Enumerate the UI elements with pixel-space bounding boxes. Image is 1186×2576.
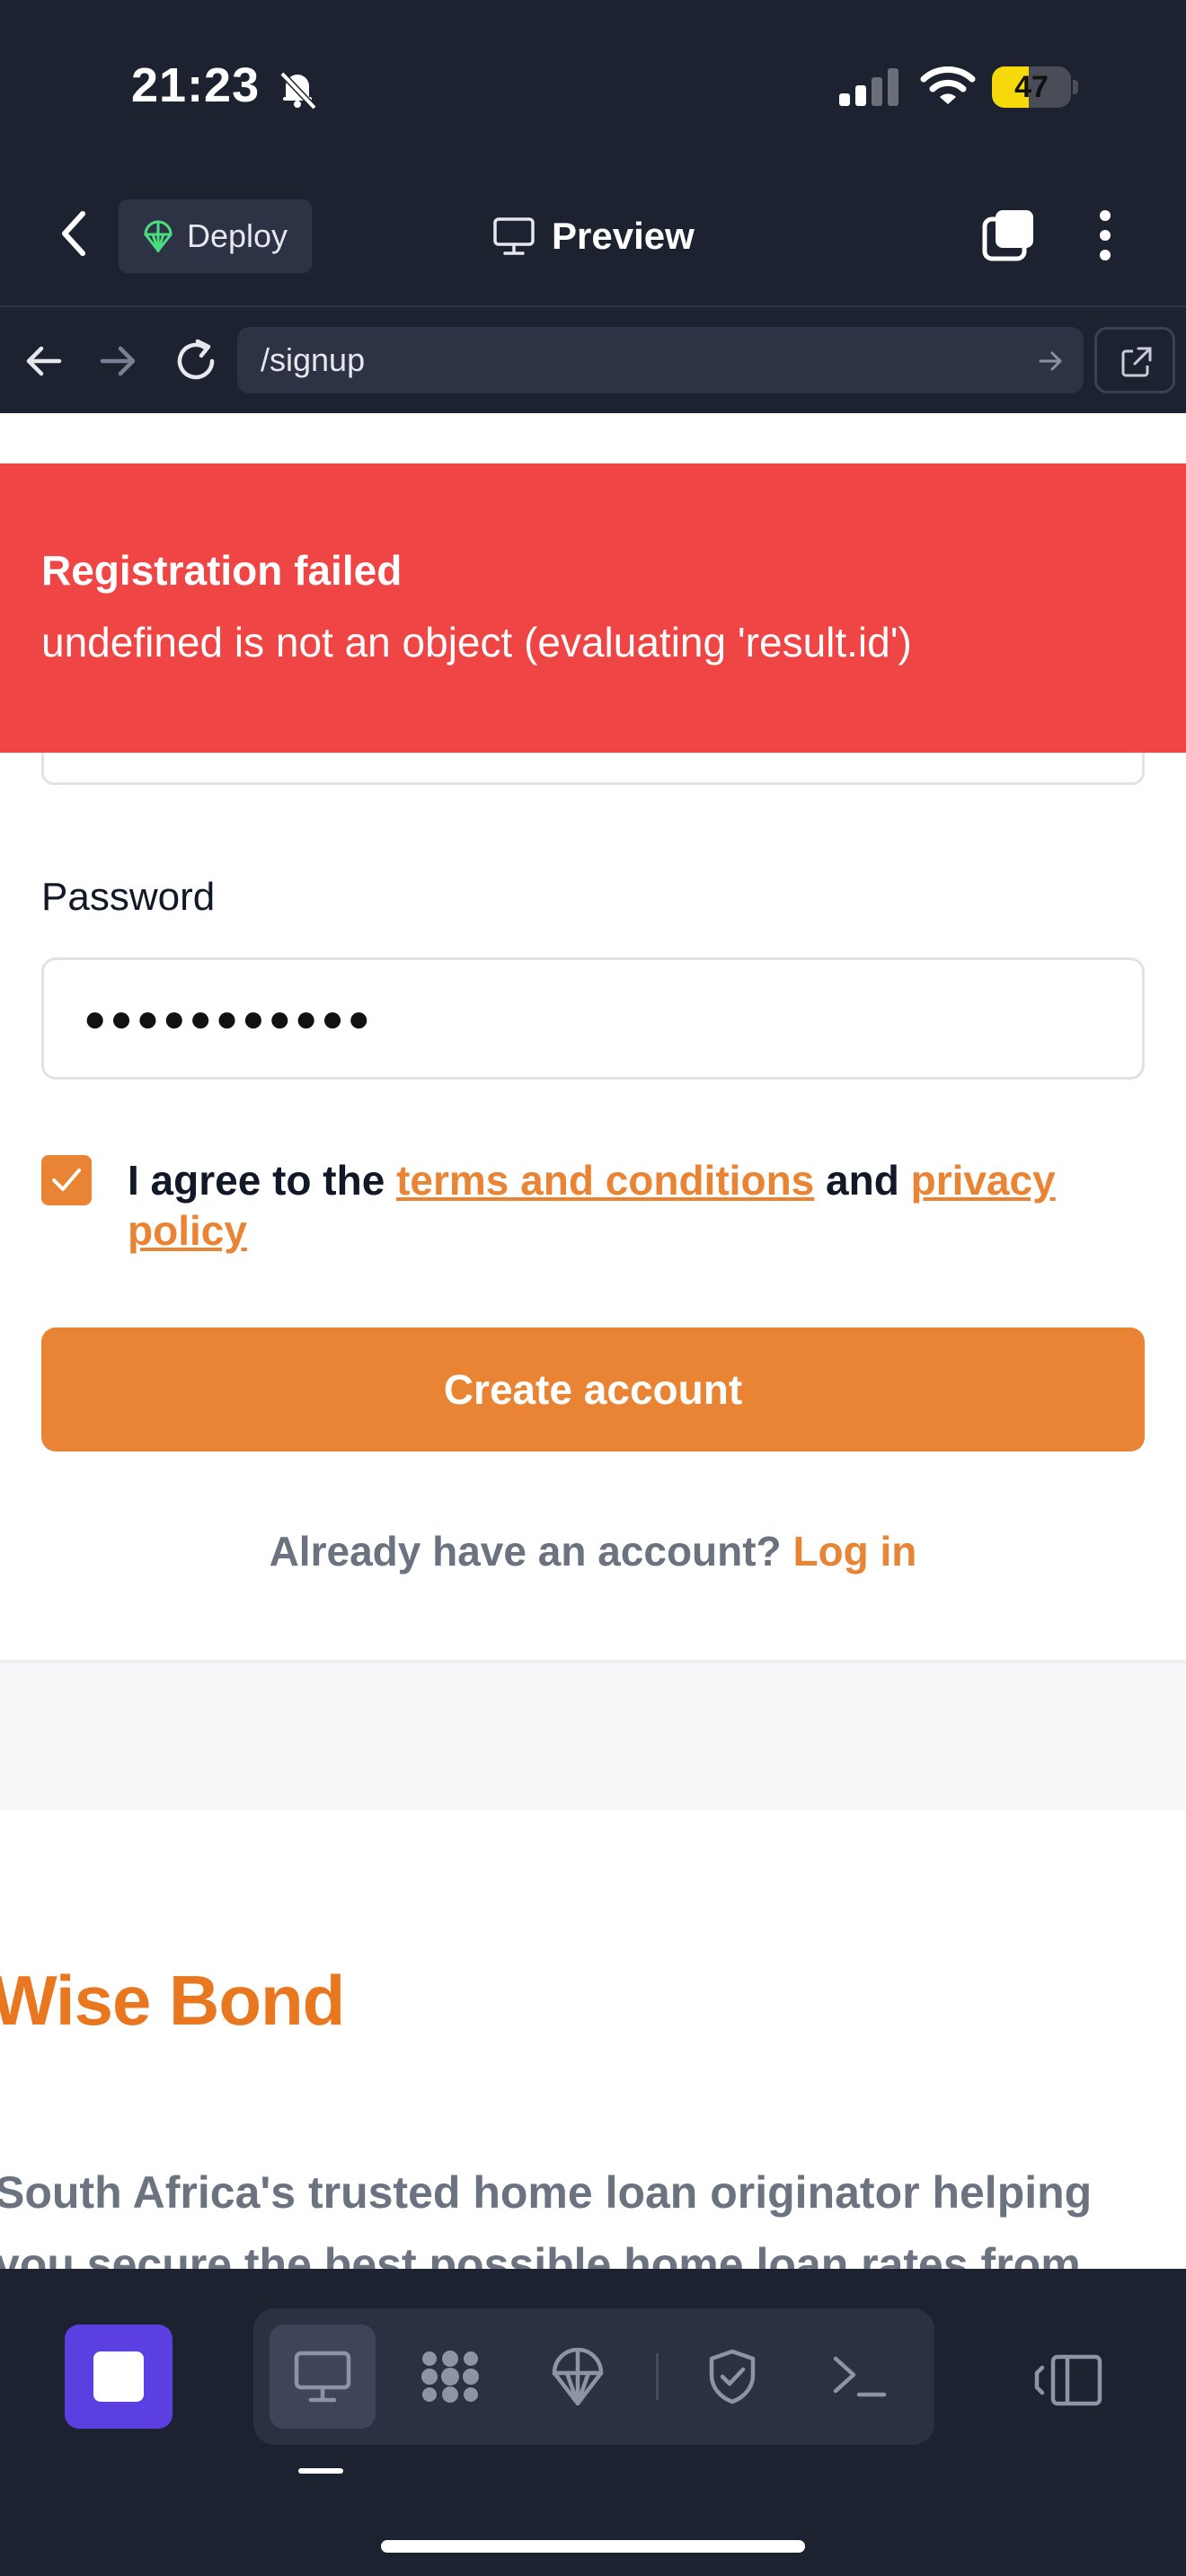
- toast-message: undefined is not an object (evaluating '…: [41, 619, 912, 666]
- battery-percent: 47: [1014, 70, 1049, 104]
- login-prompt-text: Already have an account?: [269, 1528, 782, 1575]
- open-external-button[interactable]: [1094, 327, 1175, 393]
- login-prompt: Already have an account? Log in: [0, 1527, 1186, 1575]
- tool-security[interactable]: [679, 2325, 785, 2429]
- tool-group: [253, 2308, 934, 2445]
- stop-icon: [93, 2351, 144, 2402]
- terms-link[interactable]: terms and conditions: [396, 1157, 814, 1204]
- tool-separator: [656, 2353, 659, 2400]
- battery-icon: 47: [992, 66, 1078, 108]
- desktop-icon: [294, 2351, 351, 2403]
- terms-checkbox[interactable]: [41, 1155, 92, 1205]
- checkmark-icon: [52, 1169, 81, 1191]
- footer-description-line1: South Africa's trusted home loan origina…: [0, 2167, 1093, 2218]
- arrow-right-icon[interactable]: [99, 343, 138, 379]
- tabs-icon[interactable]: [981, 208, 1037, 262]
- url-text: /signup: [261, 341, 366, 378]
- terms-agreement: I agree to the terms and conditions and …: [128, 1155, 1134, 1256]
- external-link-icon: [1121, 347, 1152, 377]
- tool-deploy[interactable]: [525, 2325, 631, 2429]
- panel-toggle-icon[interactable]: [1033, 2351, 1103, 2409]
- tool-terminal[interactable]: [807, 2325, 913, 2429]
- apps-icon: [421, 2351, 479, 2403]
- deploy-icon: [552, 2348, 604, 2405]
- password-field[interactable]: ●●●●●●●●●●●: [41, 957, 1145, 1080]
- active-tool-indicator: [298, 2468, 343, 2474]
- reload-icon[interactable]: [173, 338, 219, 384]
- preview-title: Preview: [492, 208, 695, 264]
- deploy-button[interactable]: Deploy: [119, 199, 312, 273]
- agree-prefix: I agree to the: [128, 1157, 385, 1204]
- deploy-icon: [144, 220, 173, 252]
- terminal-icon: [833, 2356, 887, 2397]
- footer-brand: Wise Bond: [0, 1961, 345, 2040]
- toast-title: Registration failed: [41, 547, 403, 594]
- tool-desktop[interactable]: [270, 2325, 376, 2429]
- deploy-label: Deploy: [187, 217, 288, 254]
- shield-check-icon: [709, 2349, 756, 2404]
- go-arrow-icon[interactable]: [1039, 348, 1064, 374]
- footer-description-line2: you secure the best possible home loan r…: [0, 2239, 1081, 2271]
- chevron-left-icon[interactable]: [52, 208, 97, 259]
- preview-label: Preview: [552, 215, 695, 257]
- create-account-button[interactable]: Create account: [41, 1328, 1145, 1451]
- browser-nav-bar: /signup: [0, 305, 1186, 413]
- bell-slash-icon: [279, 71, 317, 110]
- page-content: Registration failed undefined is not an …: [0, 413, 1186, 2271]
- stop-button[interactable]: [65, 2325, 173, 2429]
- error-toast[interactable]: Registration failed undefined is not an …: [0, 463, 1186, 753]
- password-label: Password: [41, 875, 216, 919]
- agree-and: and: [826, 1157, 899, 1204]
- status-time: 21:23: [131, 58, 261, 112]
- app-header: 21:23 47 Deploy Preview /signup: [0, 0, 1186, 413]
- monitor-icon: [493, 217, 535, 255]
- wifi-icon: [920, 66, 976, 104]
- signal-icon: [839, 68, 898, 106]
- bottom-toolbar: [0, 2269, 1186, 2576]
- tool-apps[interactable]: [397, 2325, 503, 2429]
- login-link[interactable]: Log in: [792, 1528, 916, 1575]
- password-value: ●●●●●●●●●●●: [84, 997, 375, 1039]
- home-indicator: [381, 2540, 805, 2553]
- url-field[interactable]: /signup: [237, 327, 1084, 393]
- more-vertical-icon[interactable]: [1091, 208, 1120, 262]
- section-spacer: [0, 1663, 1186, 1811]
- arrow-left-icon[interactable]: [23, 343, 63, 379]
